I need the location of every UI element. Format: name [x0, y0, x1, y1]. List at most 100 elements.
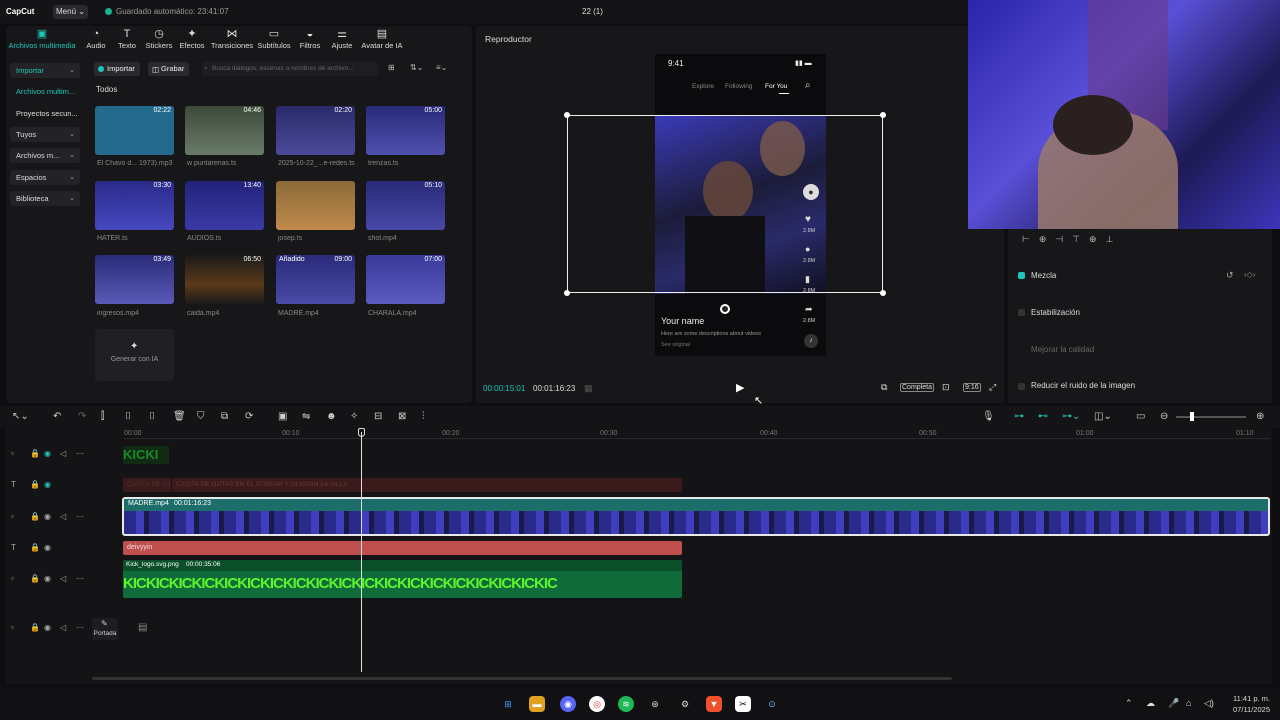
mute-icon[interactable]: ◁ — [60, 449, 66, 458]
eye-icon[interactable]: ◉ — [44, 574, 51, 583]
timeline-scrollbar[interactable] — [92, 677, 952, 680]
tab-ai-avatar[interactable]: ▤ Avatar de IA — [358, 28, 406, 50]
sidebar-item-library[interactable]: Biblioteca ⌄ — [10, 191, 80, 206]
mute-icon[interactable]: ◁ — [60, 512, 66, 521]
generate-ai-button[interactable]: ✦ Generar con IA — [95, 329, 174, 381]
filter-icon[interactable]: ≡⌄ — [436, 63, 447, 72]
tab-text[interactable]: T Texto — [109, 28, 145, 50]
rotate-handle[interactable] — [720, 304, 730, 314]
split-right-icon[interactable]: ⌷ — [149, 411, 155, 422]
kick-clip-small[interactable]: KICKI — [123, 446, 169, 464]
main-video-clip[interactable]: MADRE.mp4 00:01:16:23 — [122, 497, 1270, 536]
text-clip[interactable]: CASITA DE OJITAS EN EL STREAM Y OLVIDAN … — [172, 478, 682, 492]
split-icon[interactable]: ⫿ — [101, 411, 104, 422]
cover-button[interactable]: ✎ Portada — [92, 618, 118, 640]
snap-icon[interactable]: ⊶⌄ — [1062, 411, 1080, 422]
audio-wave-icon[interactable]: ⫶ — [422, 411, 425, 422]
media-item[interactable] — [276, 181, 355, 230]
auto-reframe-icon[interactable]: ⟳ — [245, 411, 253, 422]
eye-icon[interactable]: ◉ — [44, 480, 51, 489]
record-button[interactable]: ◫ Grabar — [148, 62, 190, 76]
resize-handle[interactable] — [880, 112, 886, 118]
caption-icon[interactable]: ⊟ — [374, 411, 382, 422]
select-tool-icon[interactable]: ↖⌄ — [12, 411, 29, 422]
export-frame-icon[interactable]: ⊠ — [398, 411, 406, 422]
media-item[interactable]: 05:10 — [366, 181, 445, 230]
tab-adjust[interactable]: ⚌ Ajuste — [324, 28, 360, 50]
crop-icon[interactable]: ⧉ — [881, 382, 887, 393]
delete-icon[interactable]: 🗑 — [173, 411, 186, 422]
split-left-icon[interactable]: ⌷ — [125, 411, 131, 422]
media-item[interactable]: 02:22 — [95, 106, 174, 155]
resize-handle[interactable] — [564, 112, 570, 118]
caption-toggle-icon[interactable]: ▭ — [1136, 411, 1145, 422]
resize-handle[interactable] — [564, 290, 570, 296]
tab-filters[interactable]: ◒ Filtros — [292, 28, 328, 50]
magnet-icon[interactable]: ⊷ — [1038, 411, 1048, 422]
align-icons[interactable]: ⊢⊕⊣⊤⊕⊥ — [1022, 234, 1122, 245]
volume-icon[interactable]: ◁) — [1204, 698, 1214, 709]
ratio-button[interactable]: Completa — [900, 383, 934, 392]
sidebar-item-import[interactable]: Importar ⌄ — [10, 63, 80, 78]
tab-stickers[interactable]: ◷ Stickers — [141, 28, 177, 50]
zoom-out-icon[interactable]: ⊖ — [1160, 411, 1168, 422]
eye-icon[interactable]: ◉ — [44, 512, 51, 521]
crop-tool-icon[interactable]: ⧉ — [221, 411, 228, 422]
sidebar-item-spaces[interactable]: Espacios ⌄ — [10, 170, 80, 185]
checkbox-checked[interactable] — [1018, 272, 1025, 279]
discord-icon[interactable]: ◉ — [560, 696, 576, 712]
logo-clip[interactable]: Kick_logo.svg.png 00:00:35:06 KICKICKICK… — [123, 560, 682, 598]
media-item[interactable]: Añadido 09:00 — [276, 255, 355, 304]
mute-icon[interactable]: ◁ — [60, 574, 66, 583]
tab-effects[interactable]: ✦ Efectos — [174, 28, 210, 50]
preview-axis-icon[interactable]: ◫⌄ — [1094, 411, 1112, 422]
media-item[interactable]: 03:49 — [95, 255, 174, 304]
menu-button[interactable]: Menú ⌄ — [53, 5, 88, 19]
lock-icon[interactable]: 🔒 — [30, 623, 40, 632]
timeline-grid-icon[interactable]: ▦ — [584, 383, 593, 394]
media-item[interactable]: 05:00 — [366, 106, 445, 155]
magic-icon[interactable]: ✧ — [350, 411, 358, 422]
checkbox[interactable] — [1018, 309, 1025, 316]
microphone-icon[interactable]: 🎙 — [982, 411, 995, 422]
sidebar-item-files[interactable]: Archivos m... ⌄ — [10, 148, 80, 163]
shield-icon[interactable]: ⛉ — [197, 411, 205, 422]
aspect-button[interactable]: 9:16 — [963, 383, 981, 392]
steam-icon[interactable]: ⊙ — [764, 696, 780, 712]
tab-transitions[interactable]: ⋈ Transiciones — [210, 28, 254, 50]
more-icon[interactable]: ⋯ — [76, 574, 84, 583]
grid-view-icon[interactable]: ⊞ — [388, 63, 395, 72]
media-item[interactable]: 03:30 — [95, 181, 174, 230]
link-icon[interactable]: ⊶ — [1014, 411, 1024, 422]
person-icon[interactable]: ☻ — [326, 411, 337, 422]
file-explorer-icon[interactable]: ▬ — [529, 696, 545, 712]
undo-icon[interactable]: ↶ — [53, 411, 61, 422]
media-item[interactable]: 02:20 — [276, 106, 355, 155]
eye-icon[interactable]: ◉ — [44, 449, 51, 458]
media-item[interactable]: 04:46 — [185, 106, 264, 155]
play-icon[interactable]: ▶ — [736, 381, 744, 394]
lock-icon[interactable]: 🔒 — [30, 543, 40, 552]
chrome-icon[interactable]: ◎ — [589, 696, 605, 712]
lock-icon[interactable]: 🔒 — [30, 480, 40, 489]
checkbox[interactable] — [1018, 383, 1025, 390]
zoom-slider-handle[interactable] — [1190, 412, 1194, 421]
network-icon[interactable]: ⌂ — [1186, 698, 1191, 708]
sidebar-item-projects[interactable]: Proyectos secun... — [10, 106, 80, 121]
media-item[interactable]: 07:00 — [366, 255, 445, 304]
media-item[interactable]: 06:50 — [185, 255, 264, 304]
keyframe-icon[interactable]: ‹◇› — [1244, 270, 1255, 279]
reset-icon[interactable]: ↺ — [1226, 270, 1234, 281]
more-icon[interactable]: ⋯ — [76, 512, 84, 521]
eye-icon[interactable]: ◉ — [44, 543, 51, 552]
screenshot-icon[interactable]: ⊡ — [942, 382, 950, 393]
playhead-handle[interactable] — [358, 428, 365, 437]
more-icon[interactable]: ⋯ — [76, 623, 84, 632]
more-icon[interactable]: ⋯ — [76, 449, 84, 458]
timeline[interactable] — [6, 428, 1272, 684]
media-item[interactable]: 13:40 — [185, 181, 264, 230]
settings-icon[interactable]: ⚙ — [677, 696, 693, 712]
text-clip-short[interactable]: CASITA DE OJI — [123, 478, 171, 492]
windows-start-icon[interactable]: ⊞ — [500, 696, 516, 712]
image-icon[interactable]: ▣ — [278, 411, 287, 422]
